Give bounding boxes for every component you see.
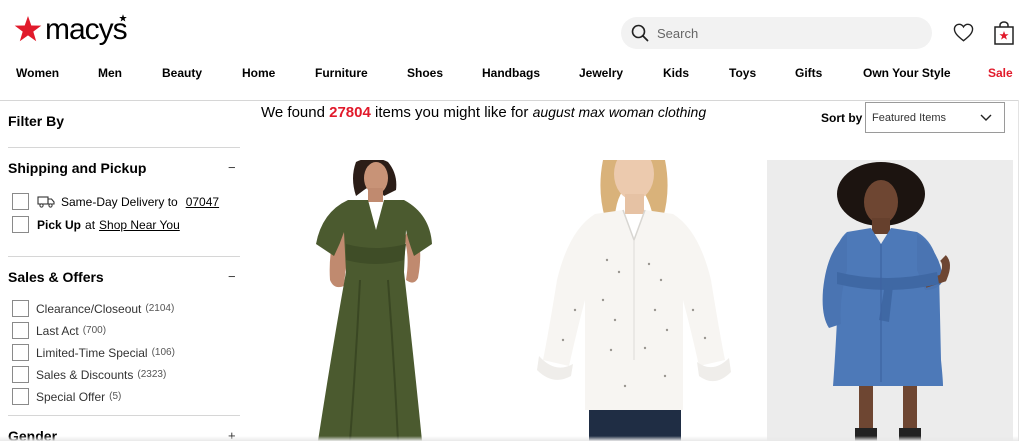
pick-up-at: at (85, 217, 96, 232)
checkbox[interactable] (12, 366, 29, 383)
option-label: Clearance/Closeout (36, 301, 142, 316)
results-middle: items you might like for (375, 104, 529, 121)
product-image[interactable] (515, 160, 733, 441)
sort-by-label: Sort by (821, 111, 863, 125)
product-card-denim-shirt-dress[interactable] (767, 160, 1013, 441)
sort-dropdown[interactable]: Featured Items (865, 102, 1005, 133)
star-icon (14, 16, 42, 42)
sidebar-divider (8, 147, 240, 148)
option-label: Sales & Discounts (36, 367, 134, 382)
main-nav: Women Men Beauty Home Furniture Shoes Ha… (0, 66, 1024, 86)
zip-code-link[interactable]: 07047 (186, 195, 219, 209)
checkbox[interactable] (12, 388, 29, 405)
nav-toys[interactable]: Toys (729, 66, 756, 80)
nav-jewelry[interactable]: Jewelry (579, 66, 623, 80)
nav-sale[interactable]: Sale (988, 66, 1013, 80)
product-card-white-dot-blouse[interactable] (515, 160, 733, 441)
pick-up-option[interactable]: Pick Up at Shop Near You (12, 216, 180, 233)
search-query: august max woman clothing (532, 104, 707, 120)
nav-gifts[interactable]: Gifts (795, 66, 822, 80)
shipping-collapse-toggle[interactable]: − (228, 160, 236, 175)
nav-kids[interactable]: Kids (663, 66, 689, 80)
option-label: Limited-Time Special (36, 345, 148, 360)
sort-selected-value: Featured Items (872, 111, 946, 124)
product-image[interactable] (264, 160, 482, 441)
filter-option-clearance[interactable]: Clearance/Closeout (2104) (12, 300, 174, 317)
same-day-label: Same-Day Delivery to (61, 194, 178, 209)
nav-home[interactable]: Home (242, 66, 275, 80)
product-card-green-maxi-dress[interactable] (264, 160, 482, 441)
filter-option-special-offer[interactable]: Special Offer (5) (12, 388, 121, 405)
option-count: (106) (151, 347, 175, 358)
sales-section-title[interactable]: Sales & Offers (8, 269, 104, 285)
option-count: (5) (109, 391, 122, 402)
results-summary: We found 27804 items you might like for … (261, 104, 706, 121)
sales-collapse-toggle[interactable]: − (228, 269, 236, 284)
search-bar[interactable] (621, 17, 932, 49)
delivery-truck-icon (37, 195, 55, 208)
sidebar-divider (8, 415, 240, 416)
checkbox[interactable] (12, 344, 29, 361)
filter-option-limited-time[interactable]: Limited-Time Special (106) (12, 344, 175, 361)
macys-logo[interactable]: macys (14, 13, 128, 46)
header-divider (0, 100, 1018, 101)
option-label: Special Offer (36, 389, 106, 404)
nav-shoes[interactable]: Shoes (407, 66, 443, 80)
nav-own-your-style[interactable]: Own Your Style (863, 66, 951, 80)
results-prefix: We found (261, 104, 325, 121)
shipping-section-title[interactable]: Shipping and Pickup (8, 160, 146, 176)
nav-handbags[interactable]: Handbags (482, 66, 540, 80)
same-day-checkbox[interactable] (12, 193, 29, 210)
results-count: 27804 (329, 104, 371, 121)
filter-by-heading: Filter By (8, 113, 65, 129)
small-star-icon (119, 14, 127, 22)
search-icon (631, 24, 649, 42)
option-count: (700) (82, 325, 107, 336)
page-edge (1018, 100, 1019, 441)
logo-wordmark: macys (45, 13, 128, 46)
shop-near-you-link[interactable]: Shop Near You (99, 218, 180, 232)
pick-up-label: Pick Up (37, 217, 82, 232)
filter-option-sales-discounts[interactable]: Sales & Discounts (2323) (12, 366, 166, 383)
bottom-scroll-shadow (0, 436, 1018, 441)
site-header: macys Women Men Beauty Home Furniture Sh… (0, 0, 1024, 100)
nav-women[interactable]: Women (16, 66, 59, 80)
nav-furniture[interactable]: Furniture (315, 66, 368, 80)
filter-option-last-act[interactable]: Last Act (700) (12, 322, 106, 339)
checkbox[interactable] (12, 322, 29, 339)
pick-up-checkbox[interactable] (12, 216, 29, 233)
heart-icon[interactable] (953, 23, 974, 42)
option-count: (2323) (137, 369, 167, 380)
nav-men[interactable]: Men (98, 66, 122, 80)
checkbox[interactable] (12, 300, 29, 317)
product-image[interactable] (767, 160, 1013, 441)
shopping-bag-icon[interactable] (993, 21, 1015, 45)
chevron-down-icon (980, 114, 992, 121)
nav-beauty[interactable]: Beauty (162, 66, 202, 80)
search-input[interactable] (657, 25, 907, 41)
sidebar-divider (8, 256, 240, 257)
option-count: (2104) (145, 303, 175, 314)
option-label: Last Act (36, 323, 79, 338)
same-day-delivery-option[interactable]: Same-Day Delivery to 07047 (12, 193, 219, 210)
